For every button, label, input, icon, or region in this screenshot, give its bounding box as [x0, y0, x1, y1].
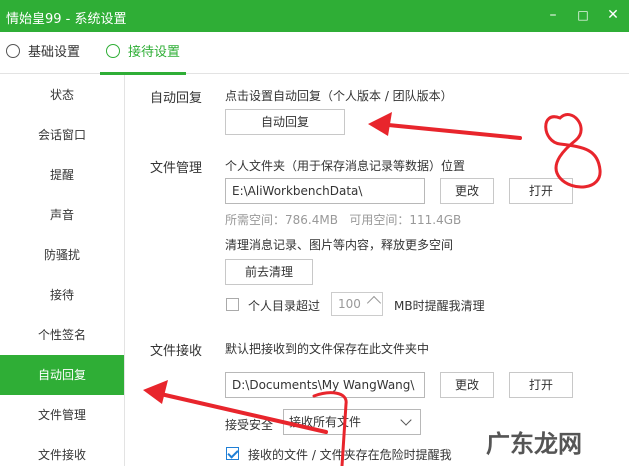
- window-title: 情始皇99 - 系统设置: [6, 12, 127, 27]
- change-folder-button[interactable]: 更改: [440, 178, 494, 204]
- file-receive-label: 文件接收: [150, 344, 203, 359]
- size-remind-stepper[interactable]: 100: [331, 292, 383, 316]
- size-remind-checkbox[interactable]: [226, 298, 239, 311]
- tab-reception-settings[interactable]: 接待设置: [99, 32, 187, 75]
- sidebar-item-status[interactable]: 状态: [0, 75, 124, 115]
- reception-icon: [106, 44, 120, 58]
- tab-basic-settings[interactable]: 基础设置: [6, 32, 80, 74]
- space-info: 所需空间：786.4MB 可用空间：111.4GB: [225, 213, 462, 227]
- change-receive-folder-button[interactable]: 更改: [440, 372, 494, 398]
- tab-label: 接待设置: [128, 45, 181, 60]
- window-titlebar: 情始皇99 - 系统设置 – □ ✕: [0, 0, 629, 32]
- security-select-value: 接收所有文件: [289, 415, 362, 429]
- sidebar: 状态 会话窗口 提醒 声音 防骚扰 接待 个性签名 自动回复 文件管理 文件接收: [0, 75, 125, 466]
- size-remind-value: 100: [338, 297, 361, 311]
- clean-hint: 清理消息记录、图片等内容，释放更多空间: [225, 238, 454, 252]
- open-folder-button[interactable]: 打开: [509, 178, 573, 204]
- sidebar-item-chat-window[interactable]: 会话窗口: [0, 115, 124, 155]
- sidebar-item-signature[interactable]: 个性签名: [0, 315, 124, 355]
- maximize-button[interactable]: □: [570, 0, 596, 32]
- sidebar-item-reception[interactable]: 接待: [0, 275, 124, 315]
- sidebar-item-anti-harassment[interactable]: 防骚扰: [0, 235, 124, 275]
- receive-folder-path[interactable]: D:\Documents\My WangWang\: [225, 372, 425, 398]
- auto-reply-label: 自动回复: [150, 91, 203, 106]
- file-manage-hint: 个人文件夹（用于保存消息记录等数据）位置: [225, 159, 466, 173]
- minimize-button[interactable]: –: [540, 0, 566, 32]
- size-remind-prefix: 个人目录超过: [248, 299, 321, 313]
- danger-remind-label: 接收的文件 / 文件夹存在危险时提醒我: [248, 448, 452, 462]
- sidebar-item-sound[interactable]: 声音: [0, 195, 124, 235]
- sidebar-item-file-manage[interactable]: 文件管理: [0, 395, 124, 435]
- file-receive-hint: 默认把接收到的文件保存在此文件夹中: [225, 342, 430, 356]
- settings-tabbar: 基础设置 接待设置: [0, 32, 629, 75]
- sidebar-item-file-receive[interactable]: 文件接收: [0, 435, 124, 466]
- open-receive-folder-button[interactable]: 打开: [509, 372, 573, 398]
- auto-reply-button[interactable]: 自动回复: [225, 109, 345, 135]
- danger-remind-checkbox[interactable]: [226, 447, 239, 460]
- sidebar-item-reminder[interactable]: 提醒: [0, 155, 124, 195]
- go-clean-button[interactable]: 前去清理: [225, 259, 313, 285]
- security-select[interactable]: 接收所有文件: [283, 409, 421, 435]
- stepper-arrow-icon[interactable]: [366, 295, 382, 311]
- close-button[interactable]: ✕: [600, 0, 626, 32]
- size-remind-suffix: MB时提醒我清理: [394, 299, 485, 313]
- personal-folder-path[interactable]: E:\AliWorkbenchData\: [225, 178, 425, 204]
- watermark: 广东龙网: [486, 429, 582, 458]
- settings-content: 自动回复 点击设置自动回复（个人版本 / 团队版本） 自动回复 文件管理 个人文…: [126, 75, 629, 466]
- sidebar-item-auto-reply[interactable]: 自动回复: [0, 355, 124, 395]
- chevron-down-icon: [400, 414, 412, 426]
- tab-label: 基础设置: [28, 45, 81, 60]
- auto-reply-hint: 点击设置自动回复（个人版本 / 团队版本）: [225, 89, 453, 103]
- file-manage-label: 文件管理: [150, 161, 203, 176]
- gear-icon: [6, 44, 20, 58]
- security-label: 接受安全: [225, 418, 274, 432]
